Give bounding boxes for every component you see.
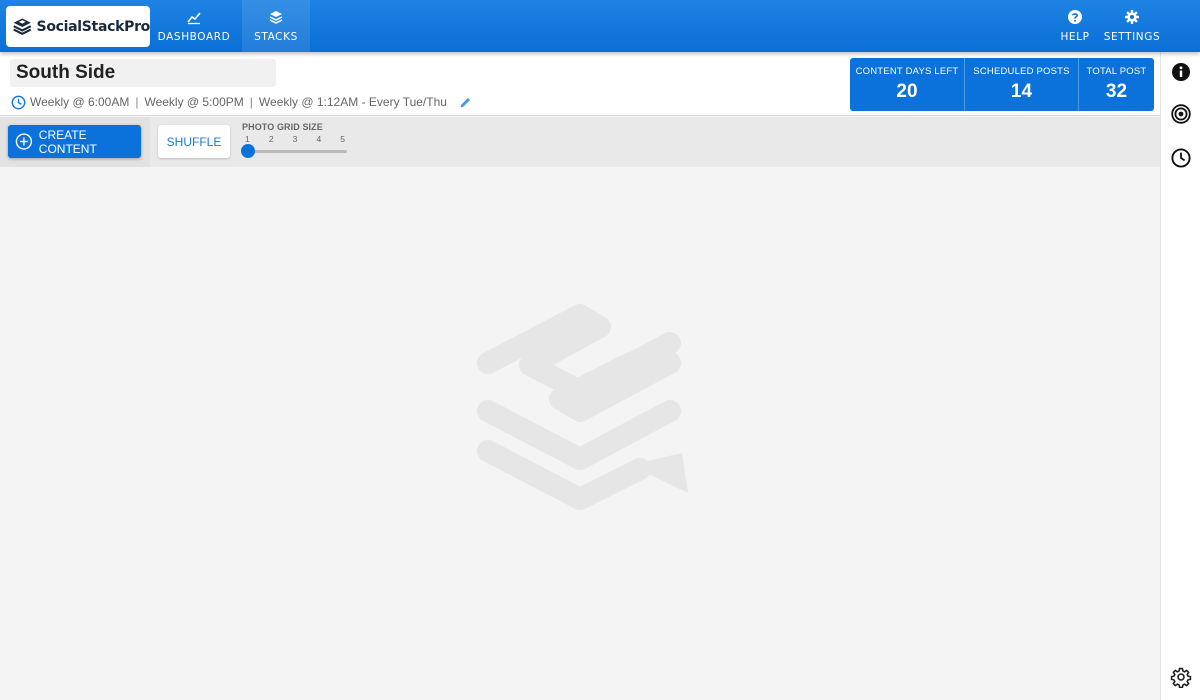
create-content-button[interactable]: CREATE CONTENT (8, 125, 141, 158)
schedule-item: Weekly @ 5:00PM (144, 95, 244, 109)
stat-value: 32 (1105, 81, 1128, 102)
grid-size-slider-thumb[interactable] (241, 144, 255, 158)
photo-grid-size-label: PHOTO GRID SIZE (242, 122, 323, 132)
logo-icon (13, 17, 32, 35)
grid-size-tick: 2 (268, 134, 274, 144)
grid-size-tick: 3 (292, 134, 298, 144)
schedule-separator: | (249, 95, 253, 109)
nav-help-label: HELP (1060, 31, 1090, 43)
schedule-item: Weekly @ 6:00AM (30, 95, 130, 109)
stat-value: 14 (1010, 81, 1033, 102)
photo-grid-size-control: PHOTO GRID SIZE 1 2 3 4 5 (241, 122, 352, 162)
nav-dashboard[interactable]: DASHBOARD (154, 0, 234, 52)
grid-size-ticks: 1 2 3 4 5 (245, 134, 345, 144)
stat-value: 20 (896, 81, 918, 102)
nav-settings-label: SETTINGS (1103, 31, 1161, 43)
app-logo[interactable]: SocialStackPro (6, 6, 150, 47)
schedule-list: Weekly @ 6:00AM | Weekly @ 5:00PM | Week… (11, 93, 472, 111)
content-area (0, 167, 1160, 700)
shuffle-button[interactable]: SHUFFLE (158, 125, 230, 158)
plus-circle-icon (15, 133, 33, 150)
nav-stacks-label: STACKS (254, 31, 298, 43)
question-circle-icon (1068, 10, 1082, 24)
top-nav-bar: SocialStackPro DASHBOARD STACKS HELP SET… (0, 0, 1200, 52)
grid-size-tick: 5 (340, 134, 345, 144)
schedule-item: Weekly @ 1:12AM - Every Tue/Thu (258, 95, 447, 109)
nav-dashboard-label: DASHBOARD (157, 31, 231, 43)
right-sidebar (1160, 52, 1200, 700)
stack-title[interactable]: South Side (10, 59, 276, 87)
stat-label: SCHEDULED POSTS (973, 66, 1070, 77)
schedule-separator: | (135, 95, 139, 109)
stats-panel: CONTENT DAYS LEFT 20 SCHEDULED POSTS 14 … (850, 58, 1154, 111)
stat-scheduled-posts: SCHEDULED POSTS 14 (965, 58, 1079, 111)
stack-header: South Side Weekly @ 6:00AM | Weekly @ 5:… (0, 52, 1160, 116)
grid-size-tick: 1 (245, 134, 250, 144)
stat-total-post: TOTAL POST 32 (1079, 58, 1154, 111)
gear-icon[interactable] (1170, 666, 1192, 688)
info-icon[interactable] (1170, 61, 1192, 83)
stat-label: TOTAL POST (1086, 66, 1147, 77)
grid-size-slider-track[interactable] (246, 150, 347, 153)
empty-state-logo-icon (477, 304, 688, 510)
nav-stacks[interactable]: STACKS (242, 0, 310, 52)
pencil-icon[interactable] (459, 96, 472, 109)
chart-line-icon (187, 12, 201, 25)
target-icon[interactable] (1170, 103, 1192, 125)
gear-icon (1125, 10, 1139, 24)
create-content-label: CREATE CONTENT (38, 127, 97, 156)
clock-icon (11, 95, 26, 109)
clock-icon[interactable] (1170, 147, 1192, 169)
stat-label: CONTENT DAYS LEFT (855, 66, 959, 77)
nav-help[interactable]: HELP (1054, 0, 1096, 52)
content-toolbar: CREATE CONTENT SHUFFLE PHOTO GRID SIZE 1… (0, 117, 1160, 167)
stat-content-days-left: CONTENT DAYS LEFT 20 (850, 58, 965, 111)
nav-settings[interactable]: SETTINGS (1100, 0, 1164, 52)
layers-icon (269, 11, 283, 24)
logo-text: SocialStackPro (36, 18, 151, 35)
grid-size-tick: 4 (316, 134, 322, 144)
